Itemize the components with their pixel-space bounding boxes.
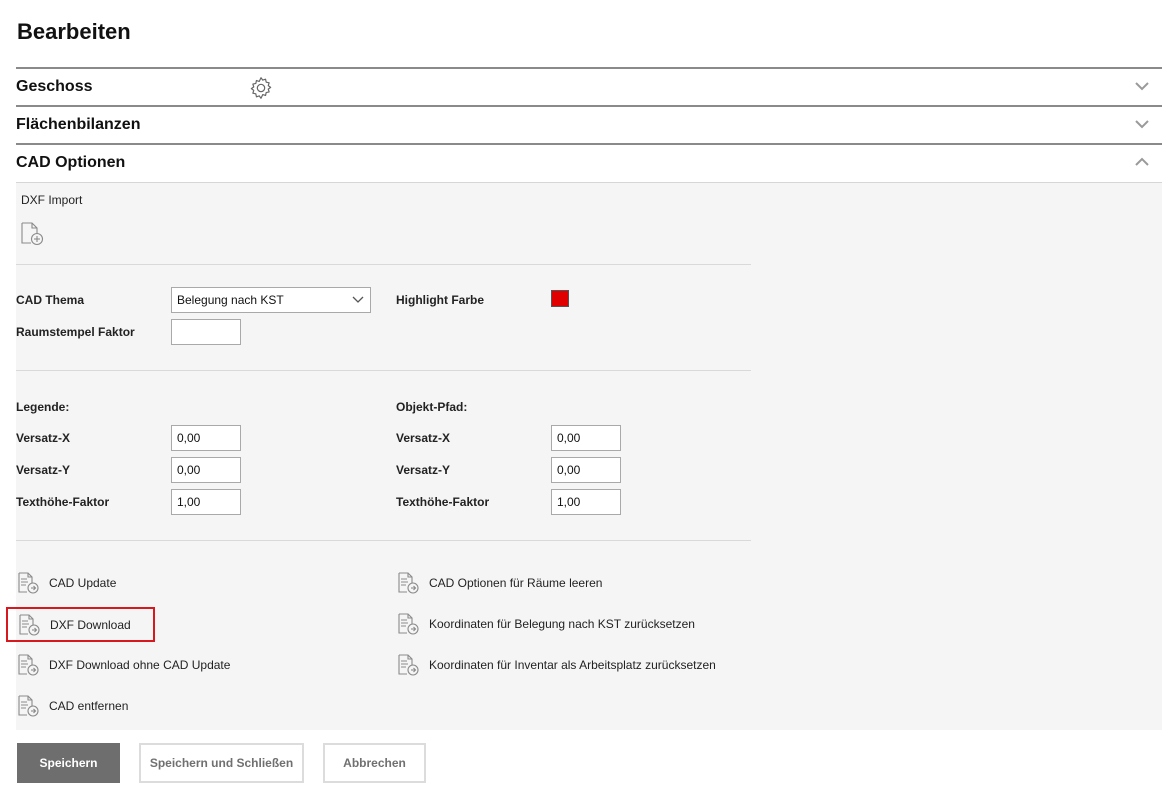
chevron-down-icon xyxy=(352,296,364,303)
file-add-icon[interactable] xyxy=(19,221,45,247)
accordion-flaechenbilanzen[interactable]: Flächenbilanzen xyxy=(16,105,1162,143)
chevron-down-icon[interactable] xyxy=(1134,118,1150,130)
file-export-icon xyxy=(19,613,40,636)
objekt-texthoehe-input[interactable]: 1,00 xyxy=(551,489,621,515)
action-dxf-download-ohne-update[interactable]: DXF Download ohne CAD Update xyxy=(16,650,230,680)
action-dxf-download[interactable]: DXF Download xyxy=(6,607,155,642)
objekt-pfad-title: Objekt-Pfad: xyxy=(396,400,468,414)
accordion-title: Geschoss xyxy=(16,78,93,95)
accordion-title: CAD Optionen xyxy=(16,154,126,171)
action-label: CAD entfernen xyxy=(49,699,129,713)
objekt-versatz-x-input[interactable]: 0,00 xyxy=(551,425,621,451)
raumstempel-label: Raumstempel Faktor xyxy=(16,325,135,339)
page-title: Bearbeiten xyxy=(17,19,131,44)
action-label: DXF Download xyxy=(50,617,131,632)
objekt-versatz-y-input[interactable]: 0,00 xyxy=(551,457,621,483)
accordion-cad-optionen[interactable]: CAD Optionen xyxy=(16,143,1162,181)
action-cad-update[interactable]: CAD Update xyxy=(16,568,116,598)
action-label: Koordinaten für Inventar als Arbeitsplat… xyxy=(429,658,716,672)
accordion-title: Flächenbilanzen xyxy=(16,116,141,133)
file-export-icon xyxy=(18,654,39,676)
highlight-farbe-label: Highlight Farbe xyxy=(396,293,484,307)
action-label: DXF Download ohne CAD Update xyxy=(49,658,231,672)
chevron-up-icon[interactable] xyxy=(1134,156,1150,168)
gear-icon[interactable] xyxy=(248,75,274,101)
legende-versatz-x-label: Versatz-X xyxy=(16,431,71,445)
accordion-geschoss[interactable]: Geschoss xyxy=(16,67,1162,105)
divider xyxy=(16,370,751,371)
save-button[interactable]: Speichern xyxy=(17,743,120,783)
action-cad-optionen-leeren[interactable]: CAD Optionen für Räume leeren xyxy=(396,568,602,598)
objekt-versatz-x-label: Versatz-X xyxy=(396,431,451,445)
cad-thema-select[interactable]: Belegung nach KST xyxy=(171,287,371,313)
file-export-icon xyxy=(18,695,39,717)
chevron-down-icon[interactable] xyxy=(1134,80,1150,92)
legende-versatz-y-input[interactable]: 0,00 xyxy=(171,457,241,483)
action-label: Koordinaten für Belegung nach KST zurück… xyxy=(429,617,695,631)
file-export-icon xyxy=(398,613,419,635)
cad-thema-value: Belegung nach KST xyxy=(177,293,284,307)
raumstempel-input[interactable] xyxy=(171,319,241,345)
file-export-icon xyxy=(398,572,419,594)
dxf-import-label: DXF Import xyxy=(21,193,83,207)
highlight-color-swatch[interactable] xyxy=(551,290,569,307)
action-cad-entfernen[interactable]: CAD entfernen xyxy=(16,691,128,721)
legende-texthoehe-label: Texthöhe-Faktor xyxy=(16,495,110,509)
divider xyxy=(16,264,751,265)
cancel-button[interactable]: Abbrechen xyxy=(323,743,426,783)
file-export-icon xyxy=(18,572,39,594)
action-koordinaten-inventar-reset[interactable]: Koordinaten für Inventar als Arbeitsplat… xyxy=(396,650,716,680)
legende-texthoehe-input[interactable]: 1,00 xyxy=(171,489,241,515)
cad-options-panel: DXF Import CAD Thema Belegung nach KST H… xyxy=(6,182,1162,730)
action-label: CAD Update xyxy=(49,576,117,590)
action-koordinaten-belegung-reset[interactable]: Koordinaten für Belegung nach KST zurück… xyxy=(396,609,695,639)
legende-title: Legende: xyxy=(16,400,70,414)
cad-thema-label: CAD Thema xyxy=(16,293,85,307)
divider xyxy=(16,540,751,541)
objekt-versatz-y-label: Versatz-Y xyxy=(396,463,451,477)
file-export-icon xyxy=(398,654,419,676)
save-and-close-button[interactable]: Speichern und Schließen xyxy=(139,743,304,783)
legende-versatz-x-input[interactable]: 0,00 xyxy=(171,425,241,451)
legende-versatz-y-label: Versatz-Y xyxy=(16,463,71,477)
objekt-texthoehe-label: Texthöhe-Faktor xyxy=(396,495,490,509)
action-label: CAD Optionen für Räume leeren xyxy=(429,576,603,590)
